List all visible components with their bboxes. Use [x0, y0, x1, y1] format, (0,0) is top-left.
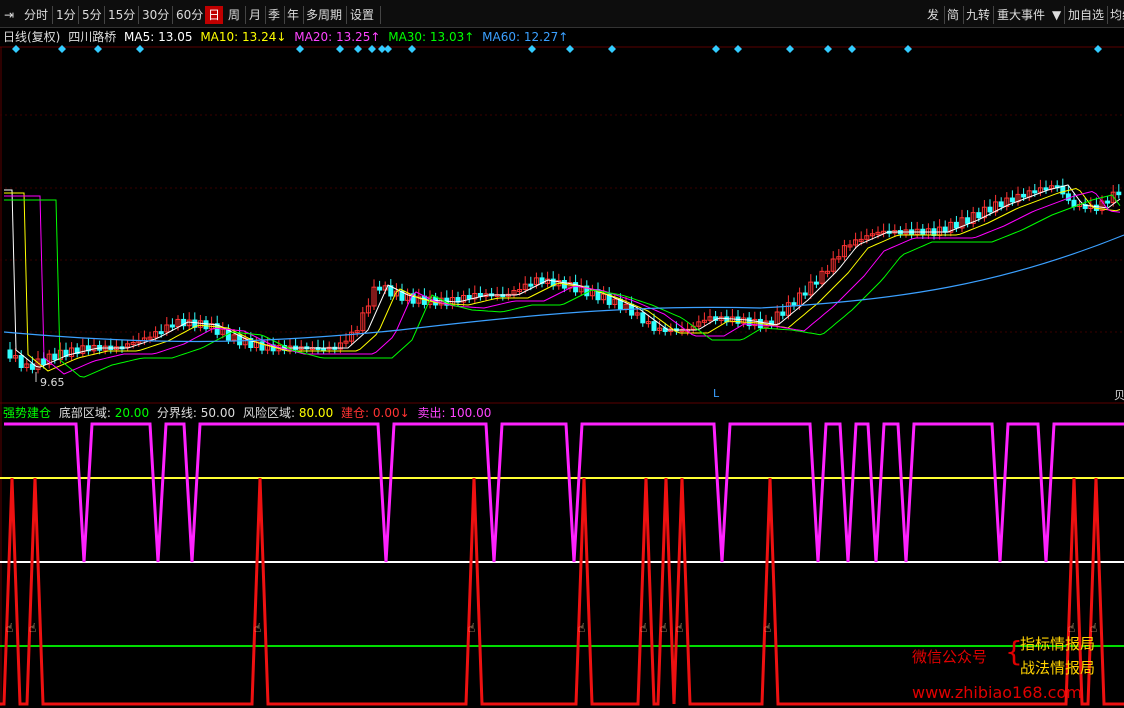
candle-body: [735, 316, 741, 324]
signal-diamond: [528, 45, 536, 53]
signal-diamond: [848, 45, 856, 53]
candle-body: [813, 281, 819, 285]
signal-diamond: [12, 45, 20, 53]
candle-body: [41, 358, 47, 366]
candle-body: [780, 311, 786, 316]
candle-body: [965, 217, 971, 224]
hand-signal-icon: ☝: [6, 621, 13, 635]
watermark-line1: 指标情报局: [1020, 635, 1096, 653]
sell-label: 卖出:: [417, 406, 446, 420]
candle-body: [1009, 197, 1015, 203]
candle-body: [976, 212, 982, 219]
build-value: 0.00↓: [372, 406, 410, 420]
hand-signal-icon: ☝: [29, 621, 36, 635]
candle-body: [953, 221, 959, 229]
candle-body: [1021, 193, 1027, 198]
watermark-line2: 战法情报局: [1020, 659, 1096, 677]
kline-chart[interactable]: ☝ ☝ ☝ ☝ ☝ ☝ ☝ ☝ ☝ ☝ ☝: [0, 0, 1124, 708]
bottom-label: 底部区域:: [58, 406, 111, 420]
marker-l: L: [713, 387, 720, 400]
hand-signal-icon: ☝: [676, 621, 683, 635]
bottom-value: 20.00: [114, 406, 150, 420]
candle-body: [203, 320, 209, 330]
signal-diamond: [296, 45, 304, 53]
candle-body: [1032, 190, 1038, 194]
indicator-name: 强势建仓: [3, 406, 52, 420]
signal-diamond: [786, 45, 794, 53]
risk-label: 风险区域:: [242, 406, 296, 420]
ma5-line: [4, 184, 1121, 368]
signal-diamond: [734, 45, 742, 53]
signal-diamond: [566, 45, 574, 53]
hand-signal-icon: ☝: [660, 621, 667, 635]
signal-diamond: [408, 45, 416, 53]
candle-body: [377, 286, 383, 291]
sell-value: 100.00: [449, 406, 492, 420]
candle-body: [18, 355, 24, 369]
candle-body: [998, 201, 1004, 207]
hand-signal-icon: ☝: [254, 621, 261, 635]
signal-diamond: [336, 45, 344, 53]
sell-line: [4, 422, 1124, 563]
signal-diamond: [712, 45, 720, 53]
candle-body: [169, 324, 175, 328]
watermark-wechat: 微信公众号: [912, 648, 988, 666]
signal-diamond: [136, 45, 144, 53]
signal-diamond: [824, 45, 832, 53]
divider-value: 50.00: [200, 406, 236, 420]
risk-value: 80.00: [298, 406, 334, 420]
hand-signal-icon: ☝: [640, 621, 647, 635]
candle-body: [1060, 185, 1066, 195]
candle-body: [942, 226, 948, 233]
candle-body: [1116, 191, 1122, 196]
build-line: [0, 477, 1124, 706]
candle-body: [640, 312, 646, 324]
signal-diamond: [58, 45, 66, 53]
divider-label: 分界线:: [156, 406, 197, 420]
signal-diamond: [608, 45, 616, 53]
indicator-info-line: 强势建仓 底部区域: 20.00 分界线: 50.00 风险区域: 80.00 …: [3, 405, 495, 421]
signal-diamond: [354, 45, 362, 53]
watermark-url: www.zhibiao168.com: [912, 683, 1082, 702]
signal-diamond: [94, 45, 102, 53]
candle-body: [466, 294, 472, 300]
candle-body: [1071, 199, 1077, 207]
signal-diamond: [368, 45, 376, 53]
candle-body: [1043, 187, 1049, 191]
signal-diamond: [384, 45, 392, 53]
hand-signal-icon: ☝: [764, 621, 771, 635]
hand-signal-icon: ☝: [468, 621, 475, 635]
candle-body: [7, 349, 13, 359]
candle-body: [1065, 193, 1071, 201]
signal-diamond: [904, 45, 912, 53]
low-price-value: 9.65: [40, 376, 65, 389]
candle-body: [802, 292, 808, 296]
ma10-line: [4, 187, 1121, 372]
hand-signal-icon: ☝: [578, 621, 585, 635]
build-label: 建仓:: [341, 406, 370, 420]
candle-body: [528, 283, 534, 287]
candle-body: [1105, 200, 1111, 204]
candle-body: [158, 331, 164, 335]
candle-body: [52, 353, 58, 361]
right-edge-label: 贝: [1114, 389, 1124, 402]
low-price-label: 9.65: [40, 376, 65, 389]
candle-body: [987, 206, 993, 213]
signal-diamond: [1094, 45, 1102, 53]
candle-body: [651, 321, 657, 331]
